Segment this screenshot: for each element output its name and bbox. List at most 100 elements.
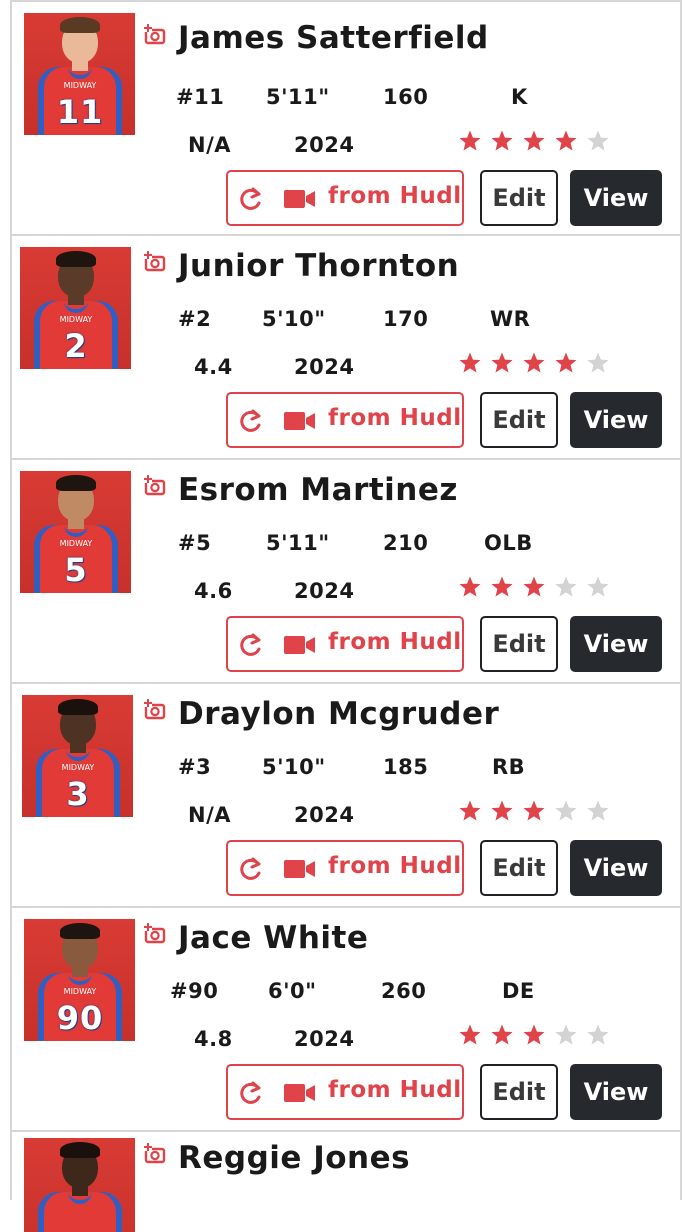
edit-button[interactable]: Edit <box>480 840 558 896</box>
view-button[interactable]: View <box>570 170 662 226</box>
jersey-number: 2 <box>64 327 88 365</box>
player-weight: 160 <box>383 85 429 109</box>
view-button[interactable]: View <box>570 392 662 448</box>
star-filled-icon <box>523 576 545 597</box>
player-photo[interactable]: MIDWAY 3 <box>22 695 133 817</box>
player-class-year: 2024 <box>294 803 355 827</box>
hudl-import-button[interactable]: from Hudl <box>226 1064 464 1120</box>
video-camera-icon <box>284 636 315 654</box>
player-row: Reggie Jones <box>12 1132 680 1232</box>
hudl-import-button[interactable]: from Hudl <box>226 616 464 672</box>
camera-plus-icon[interactable] <box>144 699 166 721</box>
camera-plus-icon[interactable] <box>144 24 166 46</box>
player-name[interactable]: Jace White <box>178 920 368 956</box>
camera-plus-icon[interactable] <box>144 1143 166 1165</box>
star-empty-icon <box>555 1024 577 1045</box>
player-weight: 210 <box>383 531 429 555</box>
camera-plus-icon[interactable] <box>144 475 166 497</box>
player-forty: 4.8 <box>194 1027 233 1051</box>
video-camera-icon <box>284 860 315 878</box>
player-photo[interactable]: MIDWAY 90 <box>24 919 135 1041</box>
player-number: #11 <box>176 85 225 109</box>
player-position: OLB <box>484 531 533 555</box>
player-name[interactable]: Reggie Jones <box>178 1140 410 1176</box>
star-rating <box>458 799 610 823</box>
player-photo[interactable]: MIDWAY 5 <box>20 471 131 593</box>
jersey-number: 3 <box>66 775 90 813</box>
star-empty-icon <box>555 576 577 597</box>
player-photo[interactable]: MIDWAY 2 <box>20 247 131 369</box>
player-class-year: 2024 <box>294 133 355 157</box>
view-button[interactable]: View <box>570 616 662 672</box>
star-filled-icon <box>523 800 545 821</box>
hudl-import-button[interactable]: from Hudl <box>226 840 464 896</box>
refresh-icon <box>240 1081 261 1104</box>
video-camera-icon <box>284 412 315 430</box>
player-name[interactable]: James Satterfield <box>178 20 489 56</box>
hudl-button-label: from Hudl <box>328 405 462 431</box>
star-filled-icon <box>459 130 481 151</box>
star-filled-icon <box>459 352 481 373</box>
hudl-import-button[interactable]: from Hudl <box>226 170 464 226</box>
hudl-button-label: from Hudl <box>328 183 462 209</box>
star-rating <box>458 575 610 599</box>
star-filled-icon <box>459 800 481 821</box>
refresh-icon <box>240 633 261 656</box>
video-camera-icon <box>284 190 315 208</box>
star-filled-icon <box>523 352 545 373</box>
player-row: MIDWAY 11 James Satterfield #11 5'11" 16… <box>12 0 680 236</box>
hudl-import-button[interactable]: from Hudl <box>226 392 464 448</box>
star-filled-icon <box>523 1024 545 1045</box>
player-height: 5'11" <box>266 85 330 109</box>
player-forty: N/A <box>188 133 231 157</box>
hudl-button-label: from Hudl <box>328 1077 462 1103</box>
view-button[interactable]: View <box>570 1064 662 1120</box>
player-height: 5'11" <box>266 531 330 555</box>
star-empty-icon <box>587 576 609 597</box>
star-empty-icon <box>587 1024 609 1045</box>
player-name[interactable]: Draylon Mcgruder <box>178 696 499 732</box>
player-weight: 185 <box>383 755 429 779</box>
jersey-number: 90 <box>56 999 104 1037</box>
player-name[interactable]: Esrom Martinez <box>178 472 458 508</box>
view-button[interactable]: View <box>570 840 662 896</box>
player-height: 6'0" <box>268 979 317 1003</box>
player-list: MIDWAY 11 James Satterfield #11 5'11" 16… <box>10 0 682 1232</box>
edit-button[interactable]: Edit <box>480 170 558 226</box>
edit-button[interactable]: Edit <box>480 392 558 448</box>
star-filled-icon <box>491 576 513 597</box>
star-filled-icon <box>523 130 545 151</box>
hudl-button-label: from Hudl <box>328 853 462 879</box>
player-photo[interactable]: MIDWAY 11 <box>24 13 135 135</box>
player-number: #90 <box>170 979 219 1003</box>
player-photo[interactable] <box>24 1138 135 1232</box>
player-name[interactable]: Junior Thornton <box>178 248 459 284</box>
hudl-button-label: from Hudl <box>328 629 462 655</box>
star-filled-icon <box>491 352 513 373</box>
player-row: MIDWAY 5 Esrom Martinez #5 5'11" 210 OLB… <box>12 460 680 684</box>
star-empty-icon <box>555 800 577 821</box>
player-class-year: 2024 <box>294 1027 355 1051</box>
camera-plus-icon[interactable] <box>144 251 166 273</box>
star-filled-icon <box>491 800 513 821</box>
star-filled-icon <box>555 352 577 373</box>
player-class-year: 2024 <box>294 355 355 379</box>
player-forty: 4.4 <box>194 355 233 379</box>
camera-plus-icon[interactable] <box>144 923 166 945</box>
player-number: #2 <box>178 307 212 331</box>
refresh-icon <box>240 187 261 210</box>
refresh-icon <box>240 857 261 880</box>
star-empty-icon <box>587 130 609 151</box>
jersey-number: 11 <box>56 93 104 131</box>
player-class-year: 2024 <box>294 579 355 603</box>
star-empty-icon <box>587 352 609 373</box>
star-filled-icon <box>491 130 513 151</box>
player-number: #3 <box>178 755 212 779</box>
star-filled-icon <box>459 1024 481 1045</box>
star-rating <box>458 351 610 375</box>
star-rating <box>458 1023 610 1047</box>
edit-button[interactable]: Edit <box>480 616 558 672</box>
star-empty-icon <box>587 800 609 821</box>
player-position: DE <box>502 979 535 1003</box>
edit-button[interactable]: Edit <box>480 1064 558 1120</box>
